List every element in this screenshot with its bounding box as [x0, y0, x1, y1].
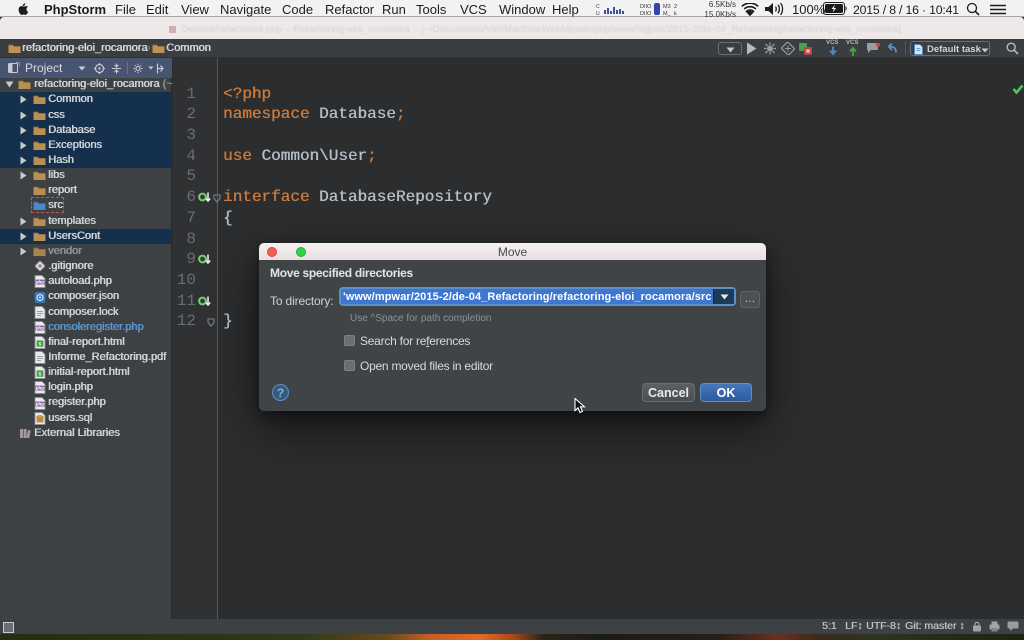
svg-text:U: U	[596, 11, 600, 16]
svg-text:M3: M3	[663, 4, 671, 10]
svg-text:DIIO: DIIO	[640, 4, 652, 10]
svg-text:php: php	[36, 280, 45, 285]
svg-text:C: C	[596, 4, 600, 10]
svg-text:php: php	[36, 386, 45, 391]
svg-text:5: 5	[39, 341, 42, 347]
svg-text:2: 2	[674, 4, 677, 10]
svg-text:php: php	[36, 401, 45, 406]
svg-text:php: php	[36, 325, 45, 330]
svg-text:5: 5	[39, 372, 42, 378]
